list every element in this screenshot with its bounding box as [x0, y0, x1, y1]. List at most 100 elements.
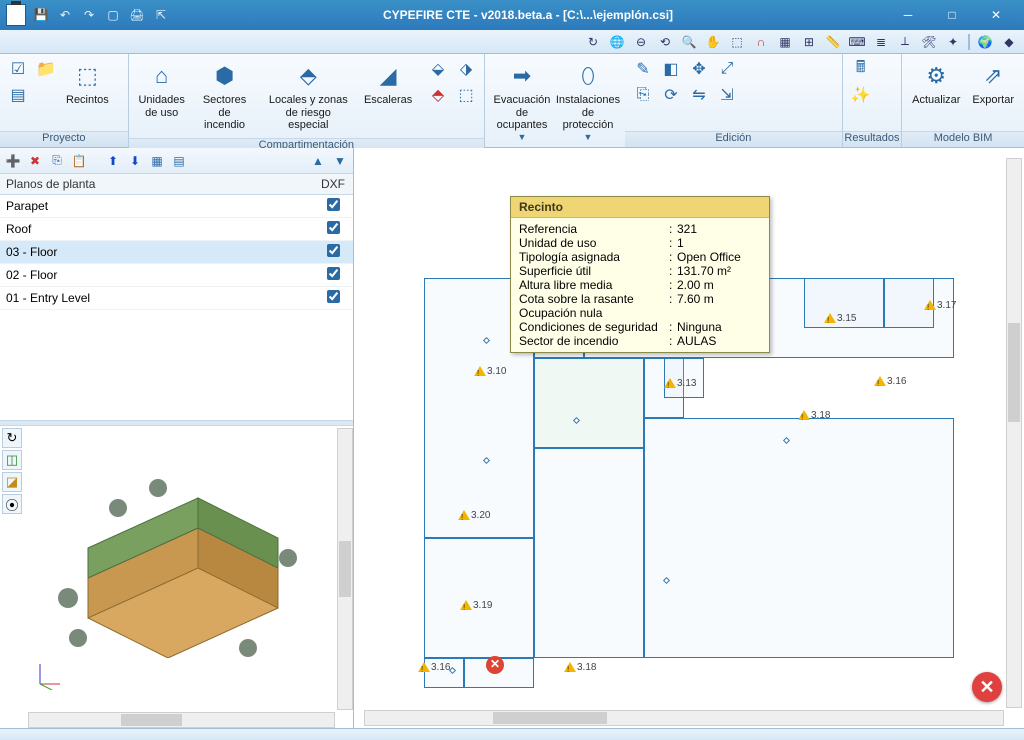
globe-icon[interactable]: 🌐 — [608, 33, 626, 51]
floor-row[interactable]: Roof — [0, 218, 353, 241]
cube-del-icon[interactable]: ⬘ — [426, 84, 450, 106]
help-globe-icon[interactable]: 🌍 — [976, 33, 994, 51]
locales-button[interactable]: ⬘ Locales y zonas de riesgo especial — [260, 58, 356, 134]
calculator-icon[interactable]: 🖩 — [849, 58, 873, 80]
dxf-checkbox[interactable] — [327, 244, 340, 257]
copy2-icon[interactable]: ⎘ — [48, 152, 66, 170]
save-icon[interactable]: 💾 — [32, 6, 50, 24]
delete-icon[interactable]: ✖ — [26, 152, 44, 170]
floor-name: 01 - Entry Level — [0, 287, 313, 310]
add-icon[interactable]: ➕ — [4, 152, 22, 170]
grid-icon[interactable]: ▦ — [776, 33, 794, 51]
copy-icon[interactable]: ⎘ — [631, 84, 655, 106]
canvas-v-scrollbar[interactable] — [1006, 158, 1022, 708]
rotate-icon[interactable]: ⟳ — [659, 84, 683, 106]
cube-edit-icon[interactable]: ⬗ — [454, 58, 478, 80]
zoom-out-icon[interactable]: ⊖ — [632, 33, 650, 51]
floor-toolbar: ➕ ✖ ⎘ 📋 ⬆ ⬇ ▦ ▤ ▲ ▼ — [0, 148, 353, 174]
sheet-icon[interactable]: ▤ — [6, 84, 30, 106]
ribbon-group-resultados: 🖩 ✨ Resultados — [843, 54, 902, 147]
help-icon[interactable]: ◆ — [1000, 33, 1018, 51]
recintos-button[interactable]: ⬚ Recintos — [62, 58, 113, 109]
zoom-reset-icon[interactable]: ⟲ — [656, 33, 674, 51]
dxf-checkbox[interactable] — [327, 267, 340, 280]
redo-icon[interactable]: ↷ — [80, 6, 98, 24]
preview-h-scrollbar[interactable] — [28, 712, 335, 728]
dimension-icon[interactable]: ⟂ — [896, 33, 914, 51]
collapse-up-icon[interactable]: ▲ — [309, 152, 327, 170]
preview-v-scrollbar[interactable] — [337, 428, 353, 710]
floor-header-name[interactable]: Planos de planta — [0, 174, 313, 195]
title-bar: 💾 ↶ ↷ ▢ 🖨 ⇱ CYPEFIRE CTE - v2018.beta.a … — [0, 0, 1024, 30]
pencil-icon[interactable]: ✎ — [631, 58, 655, 80]
scale-icon[interactable]: ⤢ — [715, 58, 739, 80]
move-up-icon[interactable]: ⬆ — [104, 152, 122, 170]
check-icon[interactable]: ☑ — [6, 58, 30, 80]
move-icon[interactable]: ✥ — [687, 58, 711, 80]
layers2-icon[interactable]: ▤ — [170, 152, 188, 170]
orbit-icon[interactable]: ↻ — [2, 428, 22, 448]
cube-view-icon[interactable]: ◫ — [2, 450, 22, 470]
minimize-button[interactable]: ─ — [886, 0, 930, 30]
cube-view2-icon[interactable]: ◪ — [2, 472, 22, 492]
offset-icon[interactable]: ⇲ — [715, 84, 739, 106]
undo-icon[interactable]: ↶ — [56, 6, 74, 24]
building-3d-icon — [48, 458, 308, 658]
house-icon: ⌂ — [146, 60, 178, 92]
grid2-icon[interactable]: ⊞ — [800, 33, 818, 51]
maximize-button[interactable]: □ — [930, 0, 974, 30]
floor-list[interactable]: Planos de planta DXF ParapetRoof03 - Flo… — [0, 174, 353, 420]
magnet-icon[interactable]: ∩ — [752, 33, 770, 51]
axes-icon[interactable]: ⦿ — [2, 494, 22, 514]
window-title: CYPEFIRE CTE - v2018.beta.a - [C:\...\ej… — [170, 8, 886, 22]
sectores-button[interactable]: ⬢ Sectores de incendio — [193, 58, 257, 134]
folder-icon[interactable]: 📁 — [34, 58, 58, 80]
escaleras-button[interactable]: ◢ Escaleras — [360, 58, 416, 109]
wand-icon[interactable]: ✨ — [849, 84, 873, 106]
cube-icon[interactable]: ⬚ — [454, 84, 478, 106]
mirror-icon[interactable]: ⇋ — [687, 84, 711, 106]
axis-gizmo-icon — [34, 660, 64, 690]
pan-icon[interactable]: ✋ — [704, 33, 722, 51]
tools-icon[interactable]: 🛠 — [920, 33, 938, 51]
floor-row[interactable]: Parapet — [0, 195, 353, 218]
status-bar — [0, 728, 1024, 740]
box-icon[interactable]: ▢ — [104, 6, 122, 24]
dxf-checkbox[interactable] — [327, 221, 340, 234]
cube-add-icon[interactable]: ⬙ — [426, 58, 450, 80]
keyboard-icon[interactable]: ⌨ — [848, 33, 866, 51]
actualizar-button[interactable]: ⚙ Actualizar — [908, 58, 964, 109]
export-bim-icon: ⇗ — [977, 60, 1009, 92]
refresh-icon[interactable]: ↻ — [584, 33, 602, 51]
instalaciones-button[interactable]: ⬯ Instalaciones de protección ▼ — [557, 58, 619, 144]
layers-icon[interactable]: ≣ — [872, 33, 890, 51]
floor-header-dxf[interactable]: DXF — [313, 174, 353, 195]
left-panel: ➕ ✖ ⎘ 📋 ⬆ ⬇ ▦ ▤ ▲ ▼ Planos de planta DXF… — [0, 148, 354, 728]
print-icon[interactable]: 🖨 — [128, 6, 146, 24]
tooltip-row: Unidad de uso:1 — [519, 236, 761, 250]
eraser-icon[interactable]: ◧ — [659, 58, 683, 80]
preview-3d[interactable]: ↻ ◫ ◪ ⦿ — [0, 426, 353, 728]
floor-row[interactable]: 01 - Entry Level — [0, 287, 353, 310]
evacuacion-button[interactable]: ➡ Evacuación de ocupantes ▼ — [491, 58, 553, 144]
unidades-button[interactable]: ⌂ Unidades de uso — [135, 58, 189, 121]
move-down-icon[interactable]: ⬇ — [126, 152, 144, 170]
ribbon-caption-modelobim: Modelo BIM — [902, 131, 1024, 147]
settings-icon[interactable]: ✦ — [944, 33, 962, 51]
select-icon[interactable]: ⬚ — [728, 33, 746, 51]
floor-row[interactable]: 02 - Floor — [0, 264, 353, 287]
dxf-checkbox[interactable] — [327, 198, 340, 211]
ribbon-caption-edicion: Edición — [625, 131, 842, 147]
ruler-icon[interactable]: 📏 — [824, 33, 842, 51]
close-overlay-button[interactable]: ✕ — [972, 672, 1002, 702]
paste-icon[interactable]: 📋 — [70, 152, 88, 170]
dxf-icon[interactable]: ▦ — [148, 152, 166, 170]
close-button[interactable]: ✕ — [974, 0, 1018, 30]
collapse-down-icon[interactable]: ▼ — [331, 152, 349, 170]
zoom-in-icon[interactable]: 🔍 — [680, 33, 698, 51]
export-icon[interactable]: ⇱ — [152, 6, 170, 24]
canvas-h-scrollbar[interactable] — [364, 710, 1004, 726]
exportar-button[interactable]: ⇗ Exportar — [968, 58, 1018, 109]
dxf-checkbox[interactable] — [327, 290, 340, 303]
floor-row[interactable]: 03 - Floor — [0, 241, 353, 264]
